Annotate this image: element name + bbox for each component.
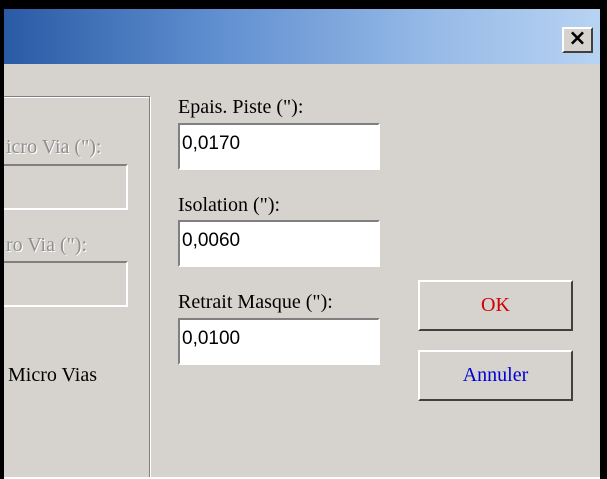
title-bar[interactable] [4, 9, 600, 64]
ok-button[interactable]: OK [418, 280, 573, 331]
screen-border-left [0, 0, 4, 479]
mask-shrink-input[interactable]: 0,0100 [178, 318, 380, 365]
screen-border-right [600, 0, 607, 479]
track-thickness-label: Epais. Piste ("): [178, 96, 304, 118]
mask-shrink-label: Retrait Masque ("): [178, 291, 333, 313]
micro-via-drill-field[interactable] [0, 164, 128, 210]
close-icon: × [568, 26, 587, 51]
close-button[interactable]: × [562, 27, 593, 53]
micro-via-drill-label: icro Via ("): [6, 136, 102, 158]
micro-via-diameter-field[interactable] [0, 261, 128, 307]
cancel-button[interactable]: Annuler [418, 350, 573, 401]
isolation-label: Isolation ("): [178, 194, 281, 216]
cancel-button-label: Annuler [462, 364, 529, 386]
dialog-window: × icro Via ("): ro Via ("): Micro Vias E… [0, 0, 600, 477]
dialog-content: icro Via ("): ro Via ("): Micro Vias Epa… [0, 64, 600, 477]
micro-vias-checkbox-label[interactable]: Micro Vias [8, 364, 97, 387]
micro-via-diameter-label: ro Via ("): [6, 234, 88, 256]
ok-button-label: OK [481, 294, 510, 316]
isolation-input[interactable]: 0,0060 [178, 220, 380, 267]
track-thickness-input[interactable]: 0,0170 [178, 123, 380, 170]
screen-border-top [0, 0, 607, 9]
